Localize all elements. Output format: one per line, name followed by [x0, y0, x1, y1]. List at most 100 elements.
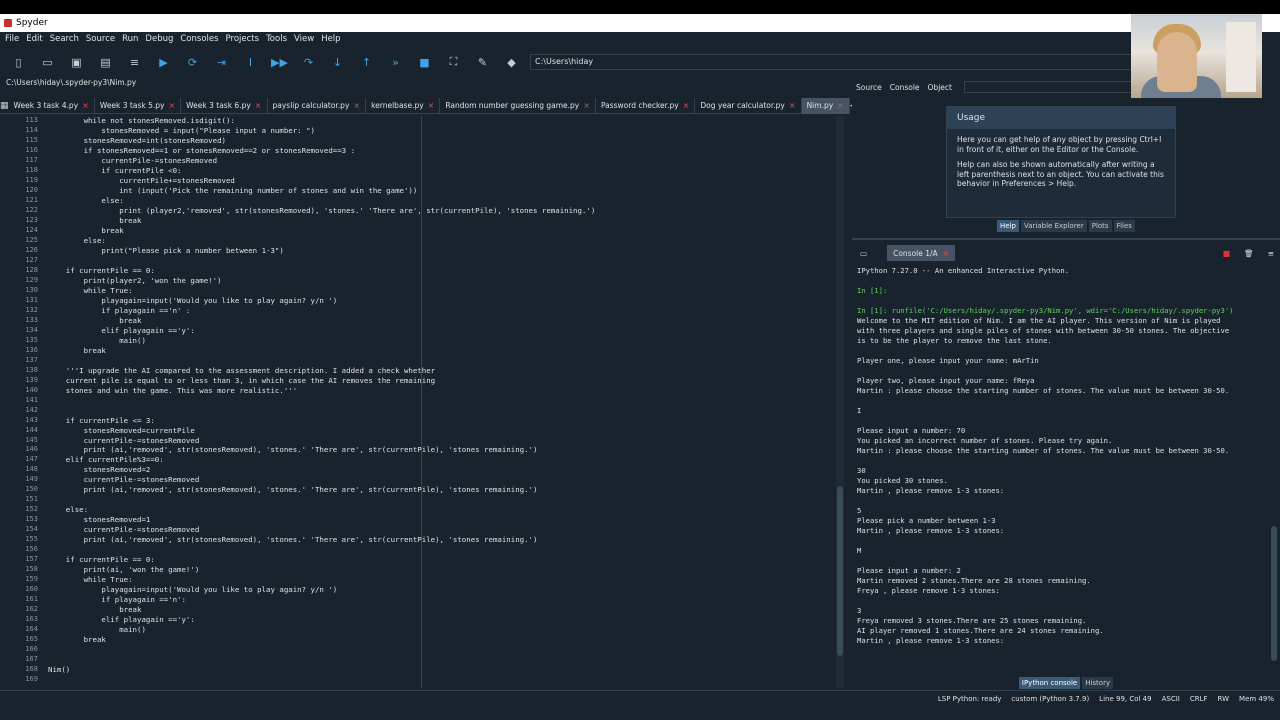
- code-line[interactable]: while True:: [48, 286, 828, 296]
- code-line[interactable]: else:: [48, 505, 828, 515]
- editor-tab[interactable]: Week 3 task 4.py ×: [9, 97, 95, 114]
- code-line[interactable]: currentPile-=stonesRemoved: [48, 156, 828, 166]
- code-line[interactable]: [48, 655, 828, 665]
- menu-tools[interactable]: Tools: [266, 34, 287, 44]
- env-status[interactable]: custom (Python 3.7.9): [1011, 695, 1089, 703]
- editor-tab[interactable]: Dog year calculator.py ×: [695, 97, 802, 114]
- working-directory-field[interactable]: C:\Users\hiday: [530, 54, 1150, 70]
- help-tab-help[interactable]: Help: [997, 220, 1020, 232]
- code-line[interactable]: [48, 396, 828, 406]
- code-line[interactable]: current pile is equal to or less than 3,…: [48, 376, 828, 386]
- code-line[interactable]: int (input('Pick the remaining number of…: [48, 186, 828, 196]
- code-line[interactable]: [48, 675, 828, 685]
- console-scroll-thumb[interactable]: [1271, 526, 1277, 661]
- open-file-icon[interactable]: ▭: [33, 51, 62, 73]
- editor-tab[interactable]: Random number guessing game.py ×: [440, 97, 596, 114]
- code-line[interactable]: if currentPile == 0:: [48, 555, 828, 565]
- close-tab-icon[interactable]: ×: [583, 101, 590, 110]
- code-line[interactable]: print (player2,'removed', str(stonesRemo…: [48, 206, 828, 216]
- code-line[interactable]: if stonesRemoved==1 or stonesRemoved==2 …: [48, 146, 828, 156]
- console-tab[interactable]: Console 1/A ×: [887, 245, 955, 261]
- python-path-icon[interactable]: ◆: [497, 51, 526, 73]
- code-line[interactable]: if playagain =='n' :: [48, 306, 828, 316]
- code-line[interactable]: main(): [48, 336, 828, 346]
- code-line[interactable]: currentPile-=stonesRemoved: [48, 525, 828, 535]
- close-tab-icon[interactable]: ×: [255, 101, 262, 110]
- code-line[interactable]: print(player2, 'won the game!'): [48, 276, 828, 286]
- code-line[interactable]: else:: [48, 236, 828, 246]
- code-line[interactable]: elif playagain =='y':: [48, 615, 828, 625]
- source-select[interactable]: Console: [890, 83, 920, 92]
- code-line[interactable]: break: [48, 316, 828, 326]
- step-into-icon[interactable]: ↓: [323, 51, 352, 73]
- code-line[interactable]: '''I upgrade the AI compared to the asse…: [48, 366, 828, 376]
- wrench-icon[interactable]: ✎: [468, 51, 497, 73]
- menu-edit[interactable]: Edit: [26, 34, 42, 44]
- bottom-tab-history[interactable]: History: [1082, 677, 1114, 689]
- menu-consoles[interactable]: Consoles: [180, 34, 218, 44]
- save-icon[interactable]: ▣: [62, 51, 91, 73]
- close-icon[interactable]: ×: [943, 249, 949, 258]
- code-line[interactable]: stones and win the game. This was more r…: [48, 386, 828, 396]
- code-line[interactable]: stonesRemoved=int(stonesRemoved): [48, 136, 828, 146]
- code-line[interactable]: while True:: [48, 575, 828, 585]
- code-line[interactable]: main(): [48, 625, 828, 635]
- code-line[interactable]: print("Please pick a number between 1-3"…: [48, 246, 828, 256]
- code-line[interactable]: [48, 545, 828, 555]
- stop-console-icon[interactable]: ■: [1223, 249, 1231, 258]
- code-line[interactable]: break: [48, 635, 828, 645]
- save-all-icon[interactable]: ▤: [91, 51, 120, 73]
- code-line[interactable]: elif playagain =='y':: [48, 326, 828, 336]
- code-line[interactable]: break: [48, 216, 828, 226]
- code-line[interactable]: while not stonesRemoved.isdigit():: [48, 116, 828, 126]
- bottom-tab-ipython-console[interactable]: IPython console: [1018, 677, 1081, 689]
- code-area[interactable]: while not stonesRemoved.isdigit(): stone…: [48, 116, 828, 688]
- editor-tab[interactable]: Password checker.py ×: [596, 97, 696, 114]
- code-line[interactable]: [48, 645, 828, 655]
- menu-file[interactable]: File: [5, 34, 19, 44]
- editor-scrollbar[interactable]: [836, 116, 844, 688]
- code-line[interactable]: if currentPile == 0:: [48, 266, 828, 276]
- menu-help[interactable]: Help: [321, 34, 340, 44]
- code-line[interactable]: playagain=input('Would you like to play …: [48, 296, 828, 306]
- code-line[interactable]: currentPile+=stonesRemoved: [48, 176, 828, 186]
- code-line[interactable]: print (ai,'removed', str(stonesRemoved),…: [48, 535, 828, 545]
- code-line[interactable]: [48, 356, 828, 366]
- editor-tab[interactable]: payslip calculator.py ×: [268, 97, 367, 114]
- tab-browse-icon[interactable]: ▦: [0, 98, 9, 114]
- code-line[interactable]: if currentPile <0:: [48, 166, 828, 176]
- run-cell-advance-icon[interactable]: ⇥: [207, 51, 236, 73]
- console-menu-icon[interactable]: ≡: [1268, 249, 1274, 258]
- trash-icon[interactable]: 🗑: [1244, 249, 1254, 258]
- editor-scroll-thumb[interactable]: [837, 486, 843, 656]
- menu-debug[interactable]: Debug: [145, 34, 173, 44]
- code-line[interactable]: playagain=input('Would you like to play …: [48, 585, 828, 595]
- run-icon[interactable]: ▶: [149, 51, 178, 73]
- help-tab-plots[interactable]: Plots: [1088, 220, 1112, 232]
- run-selection-icon[interactable]: I: [236, 51, 265, 73]
- close-tab-icon[interactable]: ×: [837, 101, 844, 110]
- stop-debug-icon[interactable]: ■: [410, 51, 439, 73]
- code-line[interactable]: else:: [48, 196, 828, 206]
- console-browse-icon[interactable]: ▭: [860, 249, 867, 258]
- menu-search[interactable]: Search: [50, 34, 79, 44]
- code-line[interactable]: if playagain =='n':: [48, 595, 828, 605]
- code-line[interactable]: print (ai,'removed', str(stonesRemoved),…: [48, 485, 828, 495]
- code-line[interactable]: if currentPile <= 3:: [48, 416, 828, 426]
- step-icon[interactable]: ↷: [294, 51, 323, 73]
- code-line[interactable]: stonesRemoved=2: [48, 465, 828, 475]
- ipython-console[interactable]: IPython 7.27.0 -- An enhanced Interactiv…: [852, 266, 1270, 674]
- code-editor[interactable]: 113 114 115 116 117 118 119 120 121 122 123 124 125 1…: [0, 116, 848, 688]
- help-tab-variable-explorer[interactable]: Variable Explorer: [1021, 220, 1087, 232]
- new-file-icon[interactable]: ▯: [4, 51, 33, 73]
- code-line[interactable]: stonesRemoved=1: [48, 515, 828, 525]
- step-return-icon[interactable]: ↑: [352, 51, 381, 73]
- code-line[interactable]: stonesRemoved=currentPile: [48, 426, 828, 436]
- editor-tab[interactable]: Week 3 task 5.py ×: [95, 97, 182, 114]
- code-line[interactable]: currentPile-=stonesRemoved: [48, 475, 828, 485]
- code-line[interactable]: [48, 256, 828, 266]
- console-scrollbar[interactable]: [1270, 266, 1278, 666]
- code-line[interactable]: break: [48, 226, 828, 236]
- pane-splitter[interactable]: [852, 238, 1280, 240]
- code-line[interactable]: stonesRemoved = input("Please input a nu…: [48, 126, 828, 136]
